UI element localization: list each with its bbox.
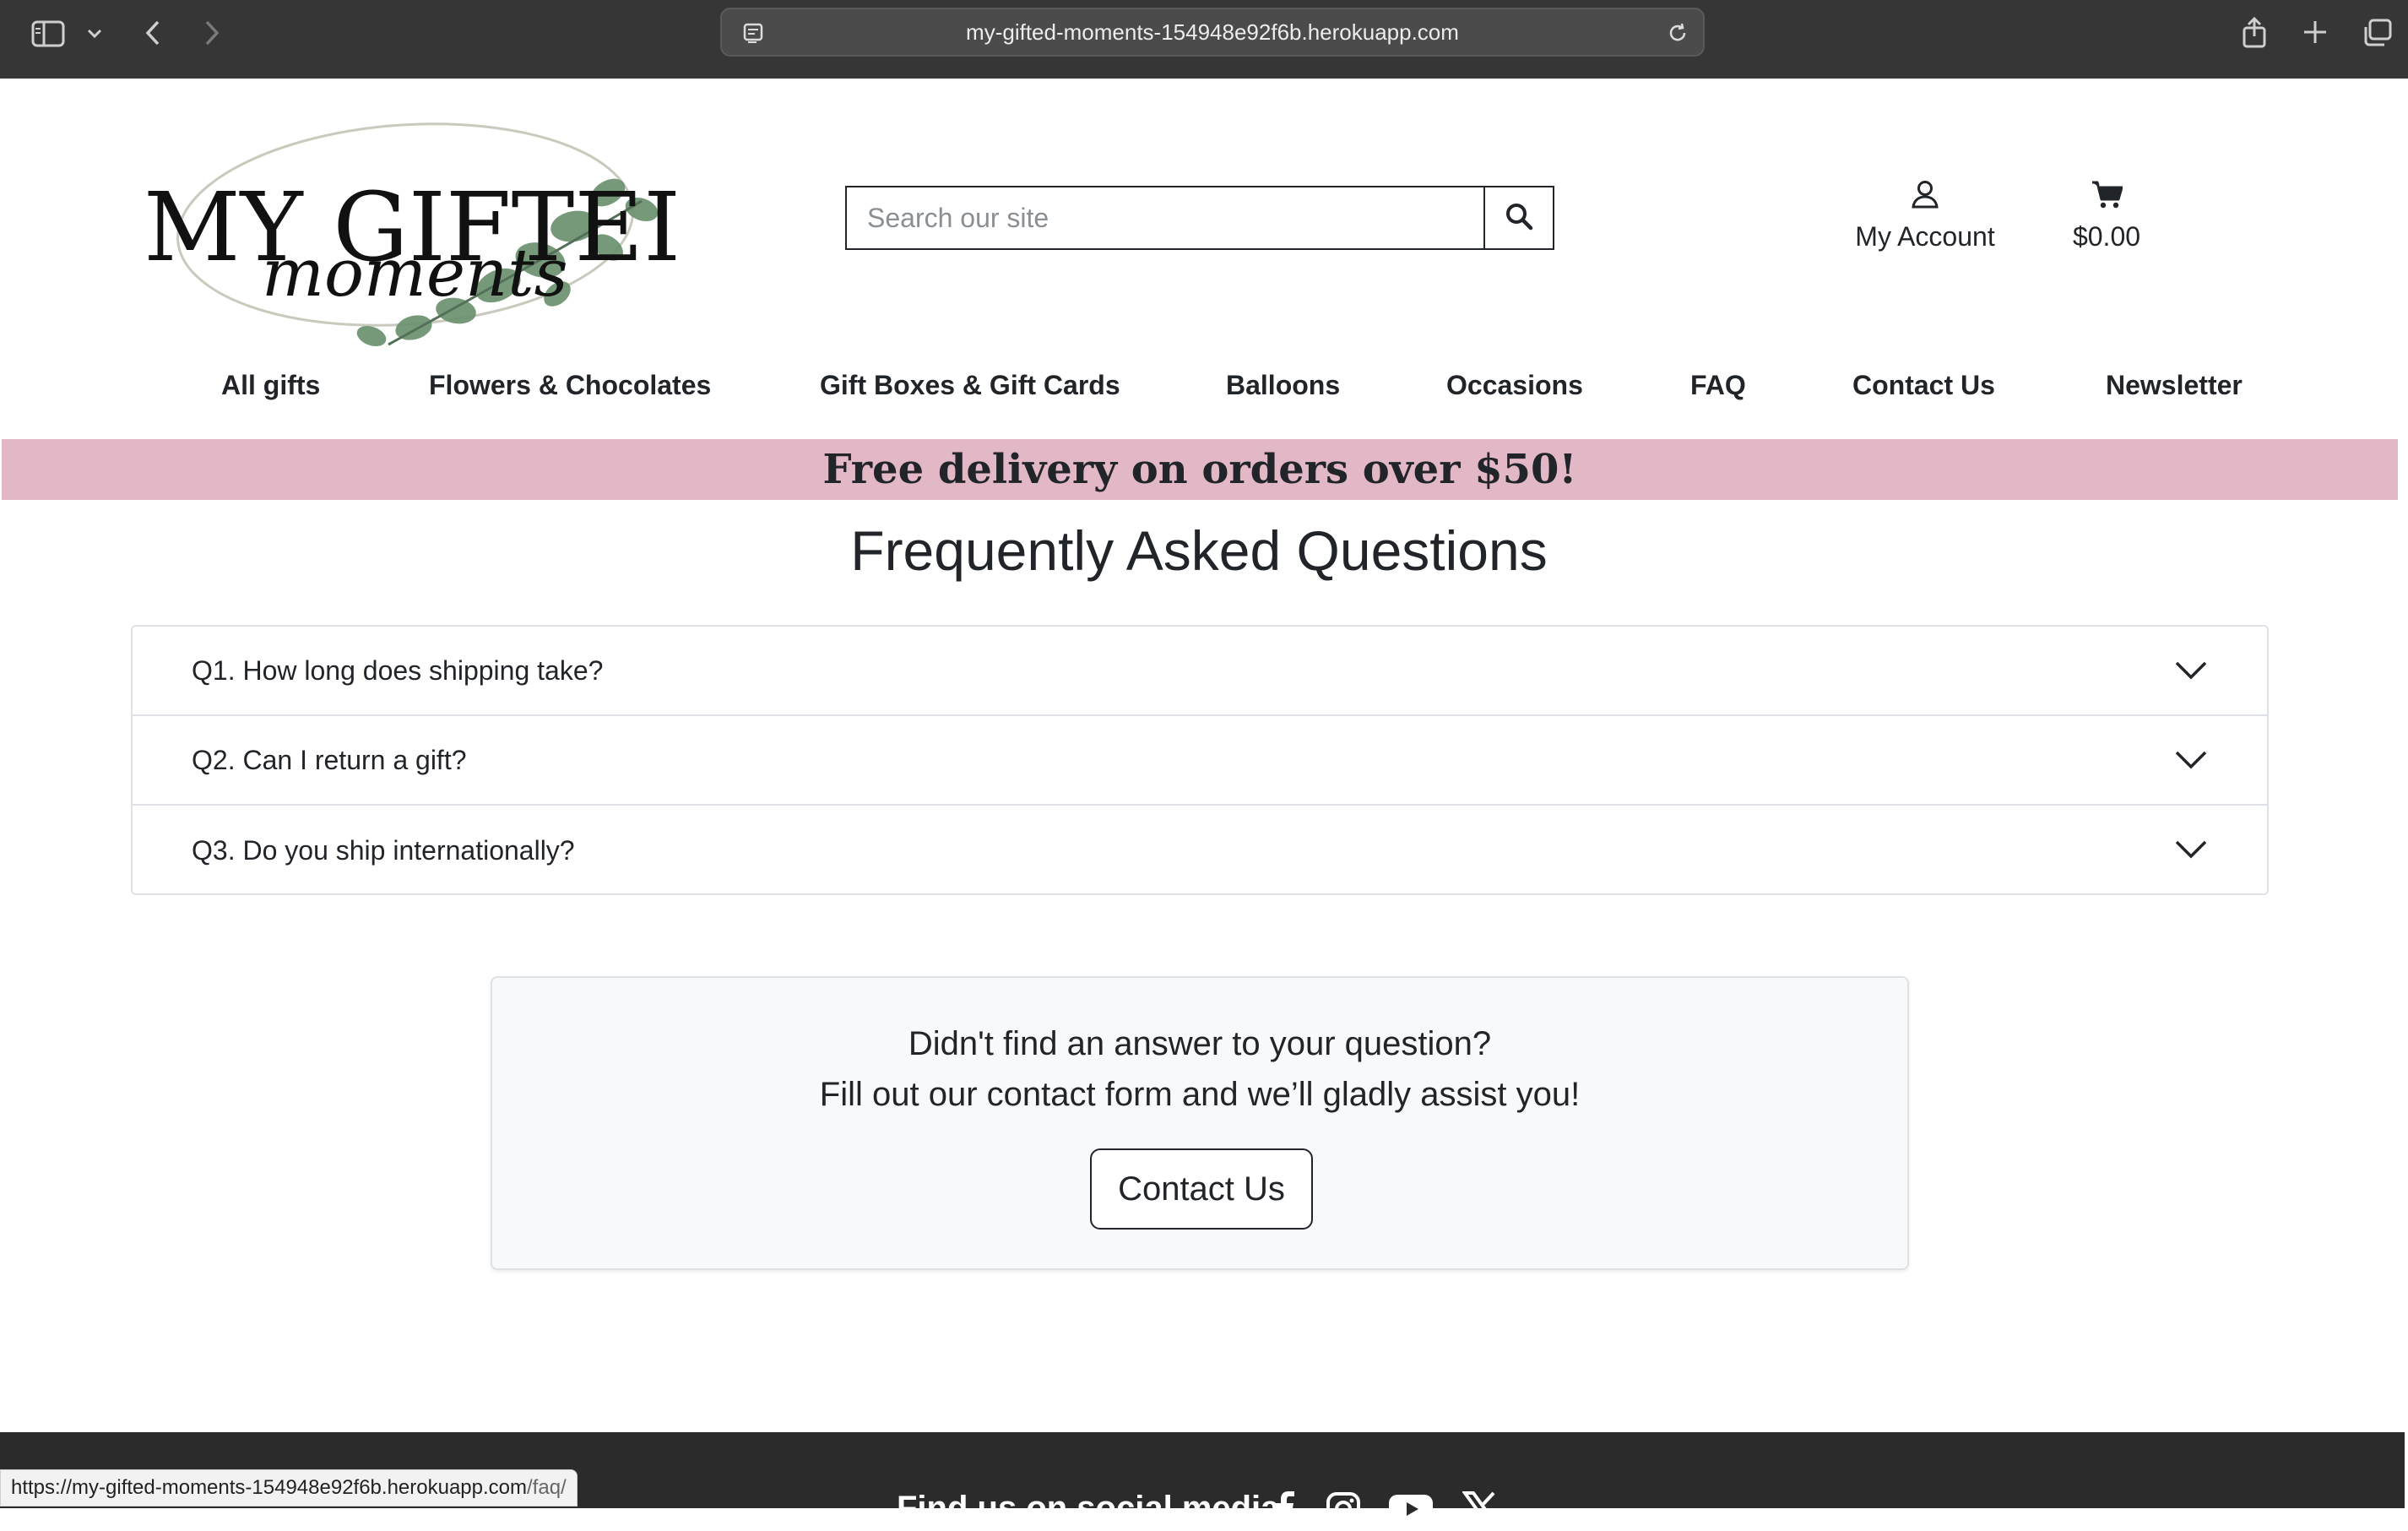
link-status-bar: https://my-gifted-moments-154948e92f6b.h… — [0, 1469, 578, 1507]
youtube-icon[interactable] — [1388, 1491, 1434, 1529]
reload-icon[interactable] — [1666, 21, 1689, 51]
chevron-down-icon — [2174, 657, 2208, 688]
main-navigation: All gifts Flowers & Chocolates Gift Boxe… — [0, 370, 2408, 417]
nav-flowers-chocolates[interactable]: Flowers & Chocolates — [429, 370, 711, 401]
nav-newsletter[interactable]: Newsletter — [2106, 370, 2243, 401]
x-icon[interactable] — [1462, 1491, 1499, 1529]
search-form — [845, 186, 1554, 250]
status-url-base: https://my-gifted-moments-154948e92f6b.h… — [11, 1476, 528, 1499]
new-tab-icon[interactable] — [2300, 17, 2330, 47]
nav-balloons[interactable]: Balloons — [1226, 370, 1340, 401]
contact-prompt-line2: Fill out our contact form and we’ll glad… — [819, 1076, 1581, 1113]
my-account-label: My Account — [1855, 221, 1995, 252]
faq-question-text: Q2. Can I return a gift? — [192, 744, 467, 775]
faq-question-2[interactable]: Q2. Can I return a gift? — [133, 716, 2267, 806]
address-bar[interactable]: my-gifted-moments-154948e92f6b.herokuapp… — [720, 8, 1705, 57]
contact-us-button[interactable]: Contact Us — [1090, 1148, 1313, 1230]
status-url-path: /faq/ — [527, 1476, 567, 1499]
contact-prompt-line1: Didn't find an answer to your question? — [908, 1025, 1492, 1062]
chevron-down-icon — [2174, 836, 2208, 867]
chevron-down-icon — [2174, 746, 2208, 778]
search-icon — [1504, 201, 1534, 236]
site-info-icon[interactable] — [742, 21, 766, 51]
my-account-link[interactable]: My Account — [1832, 179, 2018, 252]
nav-contact-us[interactable]: Contact Us — [1852, 370, 1995, 401]
search-input[interactable] — [847, 187, 1483, 248]
faq-question-3[interactable]: Q3. Do you ship internationally? — [133, 806, 2267, 895]
search-button[interactable] — [1483, 187, 1553, 248]
page-title: Frequently Asked Questions — [850, 519, 1548, 582]
faq-question-text: Q3. Do you ship internationally? — [192, 834, 575, 866]
cart-link[interactable]: $0.00 — [2052, 179, 2161, 252]
free-delivery-banner: Free delivery on orders over $50! — [2, 439, 2398, 500]
forward-icon[interactable] — [199, 17, 225, 49]
nav-all-gifts[interactable]: All gifts — [221, 370, 320, 401]
facebook-icon[interactable] — [1273, 1491, 1297, 1529]
user-icon — [1911, 181, 1939, 215]
shopping-cart-icon — [2091, 181, 2123, 215]
back-icon[interactable] — [140, 17, 165, 49]
browser-toolbar: my-gifted-moments-154948e92f6b.herokuapp… — [0, 0, 2408, 79]
site-logo[interactable]: MY GIFTED moments — [135, 100, 719, 353]
nav-faq[interactable]: FAQ — [1690, 370, 1746, 401]
sidebar-toggle-icon[interactable] — [30, 19, 66, 49]
faq-accordion: Q1. How long does shipping take? Q2. Can… — [131, 625, 2269, 895]
social-media-label: Find us on social media — [897, 1490, 1280, 1527]
cart-total: $0.00 — [2072, 221, 2141, 252]
contact-prompt-card: Didn't find an answer to your question? … — [491, 976, 1909, 1270]
logo-script-text: moments — [262, 236, 568, 312]
tab-overview-icon[interactable] — [2361, 17, 2394, 49]
faq-question-1[interactable]: Q1. How long does shipping take? — [133, 627, 2267, 716]
address-url: my-gifted-moments-154948e92f6b.herokuapp… — [966, 19, 1459, 45]
instagram-icon[interactable] — [1326, 1491, 1361, 1531]
nav-occasions[interactable]: Occasions — [1446, 370, 1583, 401]
chevron-down-icon[interactable] — [84, 24, 105, 44]
faq-question-text: Q1. How long does shipping take? — [192, 654, 604, 686]
nav-gift-boxes-gift-cards[interactable]: Gift Boxes & Gift Cards — [820, 370, 1120, 401]
share-icon[interactable] — [2239, 15, 2270, 51]
